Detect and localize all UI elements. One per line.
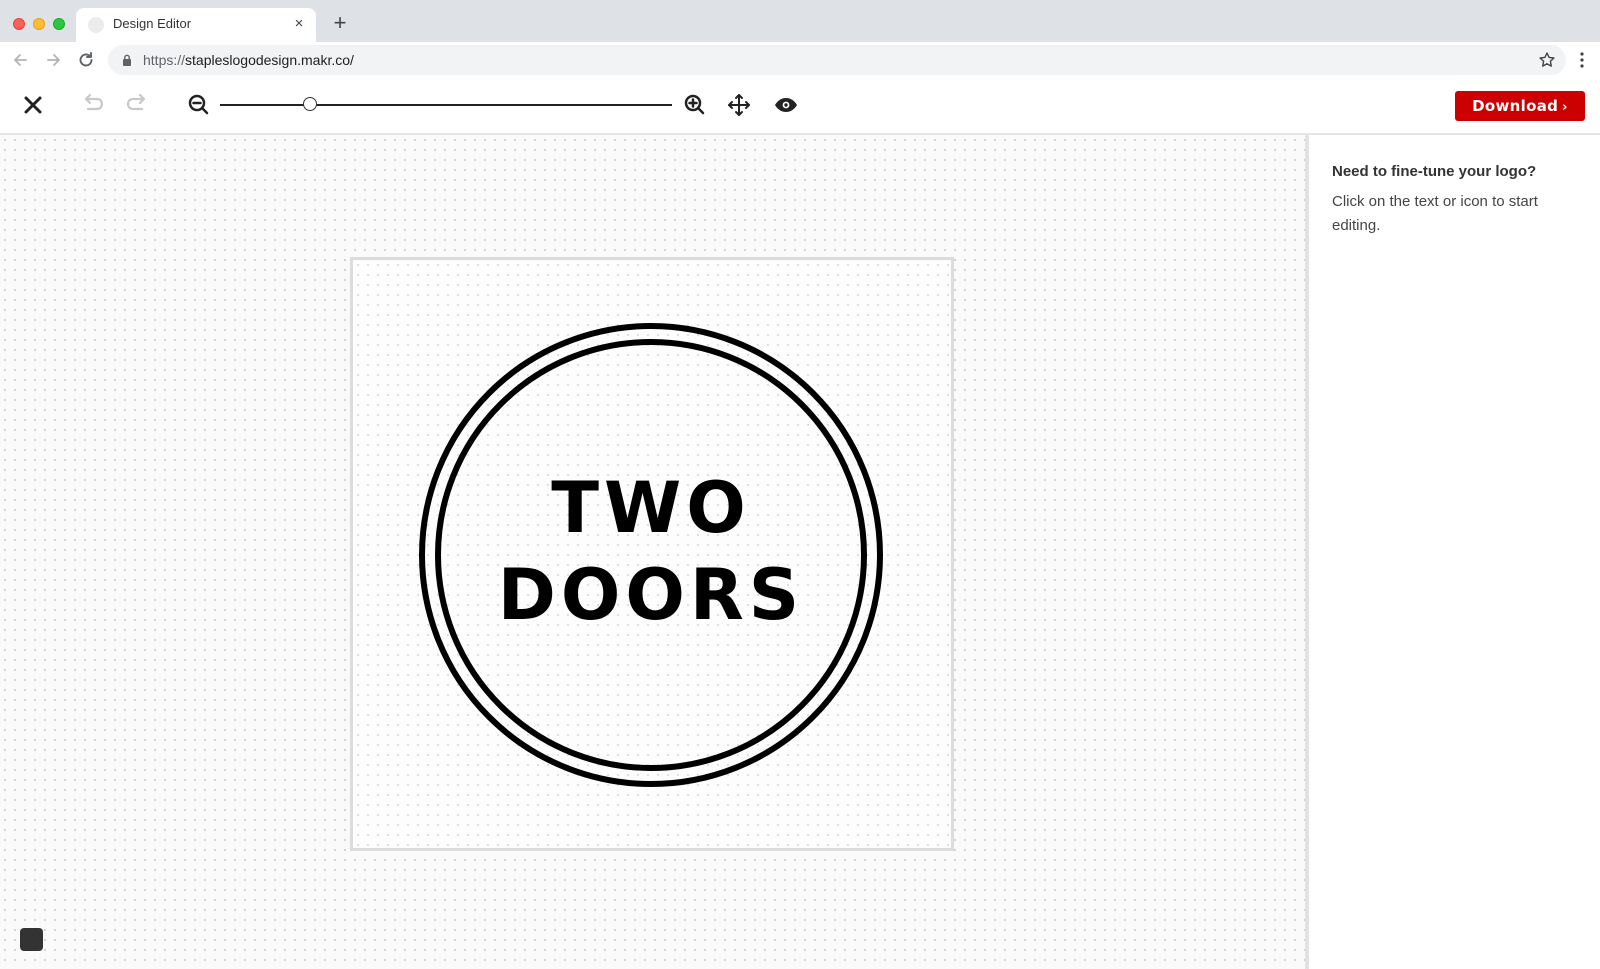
- browser-tab-bar: Design Editor × +: [0, 0, 1600, 42]
- tab-title: Design Editor: [113, 16, 192, 31]
- undo-icon[interactable]: [80, 92, 106, 118]
- editor-toolbar: Download ›: [0, 78, 1600, 135]
- new-tab-icon[interactable]: +: [330, 12, 350, 34]
- url-text: https://stapleslogodesign.makr.co/: [143, 52, 354, 68]
- design-canvas[interactable]: TWO DOORS: [0, 135, 1305, 969]
- chevron-right-icon: ›: [1562, 100, 1568, 115]
- browser-menu-icon[interactable]: [1572, 50, 1592, 70]
- tab-close-icon[interactable]: ×: [290, 15, 308, 33]
- address-bar: https://stapleslogodesign.makr.co/: [0, 42, 1600, 78]
- reload-icon[interactable]: [76, 50, 96, 70]
- favicon-icon: [88, 17, 104, 33]
- url-scheme: https://: [143, 52, 186, 68]
- download-button[interactable]: Download ›: [1455, 91, 1585, 121]
- redo-icon[interactable]: [124, 92, 150, 118]
- url-host: stapleslogodesign.makr.co/: [185, 52, 354, 68]
- window-zoom-dot[interactable]: [53, 18, 65, 30]
- back-arrow-icon[interactable]: [10, 50, 30, 70]
- close-icon[interactable]: [20, 92, 46, 118]
- logo[interactable]: TWO DOORS: [419, 323, 883, 787]
- artboard[interactable]: TWO DOORS: [350, 257, 954, 851]
- edit-sidebar: Need to fine-tune your logo? Click on th…: [1305, 135, 1600, 969]
- logo-text-line-1[interactable]: TWO: [419, 473, 883, 543]
- url-field[interactable]: https://stapleslogodesign.makr.co/: [108, 45, 1566, 75]
- window-close-dot[interactable]: [13, 18, 25, 30]
- window-minimize-dot[interactable]: [33, 18, 45, 30]
- panel-body-text: Click on the text or icon to start editi…: [1332, 193, 1538, 234]
- lock-icon: [123, 54, 131, 66]
- bookmark-star-icon[interactable]: [1538, 51, 1556, 69]
- zoom-in-icon[interactable]: [682, 92, 708, 118]
- browser-tab[interactable]: Design Editor ×: [76, 8, 316, 42]
- logo-text-line-2[interactable]: DOORS: [419, 560, 883, 630]
- forward-arrow-icon[interactable]: [44, 50, 64, 70]
- zoom-slider-handle[interactable]: [303, 97, 318, 111]
- zoom-out-icon[interactable]: [186, 92, 212, 118]
- download-label: Download: [1472, 97, 1559, 115]
- help-widget-button[interactable]: [20, 928, 43, 951]
- preview-eye-icon[interactable]: [773, 92, 799, 118]
- zoom-slider[interactable]: [220, 97, 672, 111]
- move-icon[interactable]: [726, 92, 752, 118]
- panel-title: Need to fine-tune your logo?: [1332, 163, 1537, 180]
